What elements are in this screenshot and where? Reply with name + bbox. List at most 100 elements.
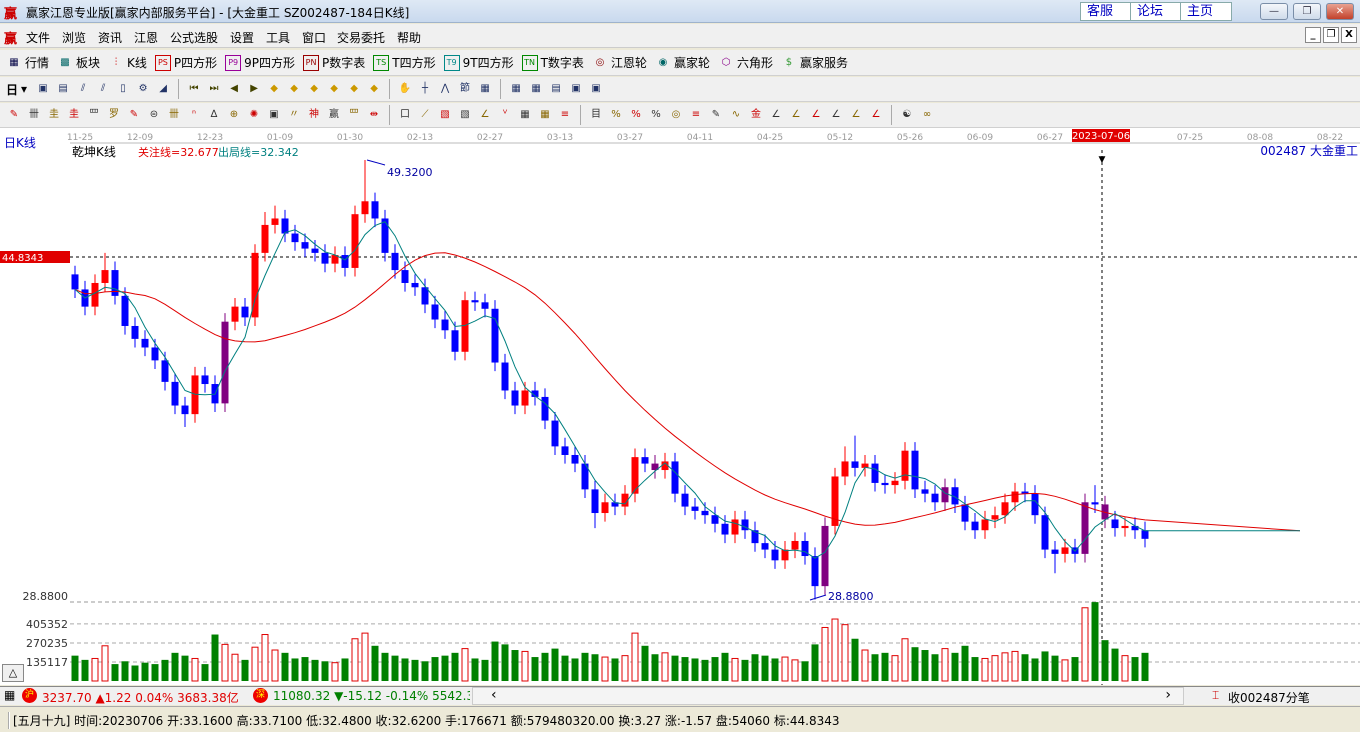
expand-h-icon[interactable]: ◆ [306, 81, 322, 97]
node-icon[interactable]: 節 [457, 81, 473, 97]
spiral-icon[interactable]: 罗 [106, 107, 122, 123]
menu-browse[interactable]: 浏览 [62, 29, 86, 46]
fan-pen-icon[interactable]: ✎ [126, 107, 142, 123]
toolbar-t9[interactable]: T9 9T四方形 [443, 54, 514, 71]
gold-box-icon[interactable]: 金 [748, 107, 764, 123]
pct-line-icon[interactable]: % [608, 107, 624, 123]
scroll-left-button[interactable]: ‹ [491, 687, 497, 703]
fan-icon[interactable]: ⟋ [417, 107, 433, 123]
infinity-icon[interactable]: ∞ [919, 107, 935, 123]
first-icon[interactable]: ⏮ [186, 81, 202, 97]
tick-trades-button[interactable]: 收002487分笔 [1228, 689, 1310, 706]
wave-icon[interactable]: ⱽ [497, 107, 513, 123]
menu-trade[interactable]: 交易委托 [337, 29, 385, 46]
lines-icon[interactable]: 卌 [26, 107, 42, 123]
square-icon[interactable]: ▣ [266, 107, 282, 123]
gold-line-icon[interactable]: ≡ [688, 107, 704, 123]
box-icon[interactable]: 口 [397, 107, 413, 123]
mdi-close-button[interactable]: X [1341, 27, 1357, 43]
win-icon[interactable]: 赢 [326, 107, 342, 123]
calculator-icon[interactable]: ▦ [528, 81, 544, 97]
kline-chart[interactable]: 11-25 12-09 12-23 01-09 01-30 02-13 02-27 03-13… [0, 128, 1360, 685]
toolbar-ps[interactable]: PS P四方形 [154, 54, 217, 71]
gold-1-icon[interactable]: 圭 [46, 107, 62, 123]
shanghai-index[interactable]: 3237.70 ▲1.22 0.04% 3683.38亿 [42, 689, 239, 706]
pen2-icon[interactable]: ✎ [708, 107, 724, 123]
crosshair-icon[interactable]: ┼ [417, 81, 433, 97]
right-icon[interactable]: ▶ [246, 81, 262, 97]
win-angle-icon[interactable]: ∠ [848, 107, 864, 123]
square-fan-icon[interactable]: ▧ [437, 107, 453, 123]
parallel-icon[interactable]: 卌 [166, 107, 182, 123]
star-icon[interactable]: ✺ [246, 107, 262, 123]
pen-icon[interactable]: ✎ [6, 107, 22, 123]
god-angle-icon[interactable]: ∠ [828, 107, 844, 123]
diag-icon[interactable]: ▧ [457, 107, 473, 123]
target-icon[interactable]: ⊕ [226, 107, 242, 123]
gold-2-icon[interactable]: 圭 [66, 107, 82, 123]
gear-icon[interactable]: ⚙ [135, 81, 151, 97]
angle2-icon[interactable]: ∠ [477, 107, 493, 123]
last-icon[interactable]: ⏭ [206, 81, 222, 97]
save-icon[interactable]: ▣ [568, 81, 584, 97]
toolbar-ts[interactable]: TS T四方形 [373, 54, 436, 71]
taiji-icon[interactable]: ☯ [899, 107, 915, 123]
abc2-icon[interactable]: ∿ [728, 107, 744, 123]
angle-icon[interactable]: ∆ [206, 107, 222, 123]
f-angle-icon[interactable]: ∠ [788, 107, 804, 123]
left-icon[interactable]: ◀ [226, 81, 242, 97]
period-select[interactable]: 日 ▾ [6, 81, 27, 98]
mdi-restore-button[interactable]: ❐ [1323, 27, 1339, 43]
bar-icon[interactable]: 目 [588, 107, 604, 123]
expand-all-icon[interactable]: ◆ [366, 81, 382, 97]
menu-gann[interactable]: 江恩 [134, 29, 158, 46]
ticker-scrollbar[interactable]: ‹ › [472, 687, 1184, 705]
circle-icon[interactable]: ⊜ [146, 107, 162, 123]
draw-icon[interactable]: ⋀ [437, 81, 453, 97]
expand-panel-button[interactable]: △ [2, 664, 24, 682]
grid2-icon[interactable]: ▦ [517, 107, 533, 123]
toolbar-kline[interactable]: ⫶ K线 [108, 54, 147, 71]
report-icon[interactable]: ▤ [548, 81, 564, 97]
menu-info[interactable]: 资讯 [98, 29, 122, 46]
candle-icon[interactable]: ▯ [115, 81, 131, 97]
god-icon[interactable]: 神 [306, 107, 322, 123]
notes-icon[interactable]: ▤ [55, 81, 71, 97]
hand-icon[interactable]: ✋ [397, 81, 413, 97]
quote-table-icon[interactable]: ▦ [4, 688, 15, 702]
shrink-v-icon[interactable]: ◆ [346, 81, 362, 97]
toolbar-p9[interactable]: P9 9P四方形 [225, 54, 295, 71]
toolbar-winner-wheel[interactable]: ◉ 赢家轮 [655, 54, 710, 71]
mdi-minimize-button[interactable]: _ [1305, 27, 1321, 43]
menu-window[interactable]: 窗口 [302, 29, 326, 46]
toolbar-blocks[interactable]: ▩ 板块 [57, 54, 100, 71]
grid3-icon[interactable]: ▦ [537, 107, 553, 123]
arrow-right-diamond-icon[interactable]: ◆ [286, 81, 302, 97]
network-icon[interactable]: ▣ [588, 81, 604, 97]
pyramid-icon[interactable]: ◢ [155, 81, 171, 97]
forum-link[interactable]: 论坛 [1130, 2, 1182, 21]
customer-service-link[interactable]: 客服 [1080, 2, 1132, 21]
toolbar-dollar[interactable]: $ 赢家服务 [781, 54, 848, 71]
menu-file[interactable]: 文件 [26, 29, 50, 46]
n2-icon[interactable]: ⁿ [186, 107, 202, 123]
calendar-icon[interactable]: ▦ [508, 81, 524, 97]
homepage-link[interactable]: 主页 [1180, 2, 1232, 21]
minimize-button[interactable]: — [1260, 3, 1288, 20]
ma3-icon[interactable]: ⫽ [75, 81, 91, 97]
four-angle-icon[interactable]: ∠ [868, 107, 884, 123]
menu-tools[interactable]: 工具 [266, 29, 290, 46]
fib-icon[interactable]: 罒 [86, 107, 102, 123]
toolbar-hexagon[interactable]: ⬡ 六角形 [718, 54, 773, 71]
gold-circle-icon[interactable]: ◎ [668, 107, 684, 123]
scroll-right-button[interactable]: › [1165, 687, 1171, 703]
restore-button[interactable]: ❐ [1293, 3, 1321, 20]
toolbar-tn[interactable]: TN T数字表 [521, 54, 584, 71]
toolbar-gann-wheel[interactable]: ◎ 江恩轮 [592, 54, 647, 71]
toolbar-table[interactable]: ▦ 行情 [6, 54, 49, 71]
toolbar-pn[interactable]: PN P数字表 [303, 54, 365, 71]
j-angle-icon[interactable]: ∠ [768, 107, 784, 123]
close-button[interactable]: ✕ [1326, 3, 1354, 20]
cycle-icon[interactable]: 〃 [286, 107, 302, 123]
hatch-icon[interactable]: ≡ [557, 107, 573, 123]
